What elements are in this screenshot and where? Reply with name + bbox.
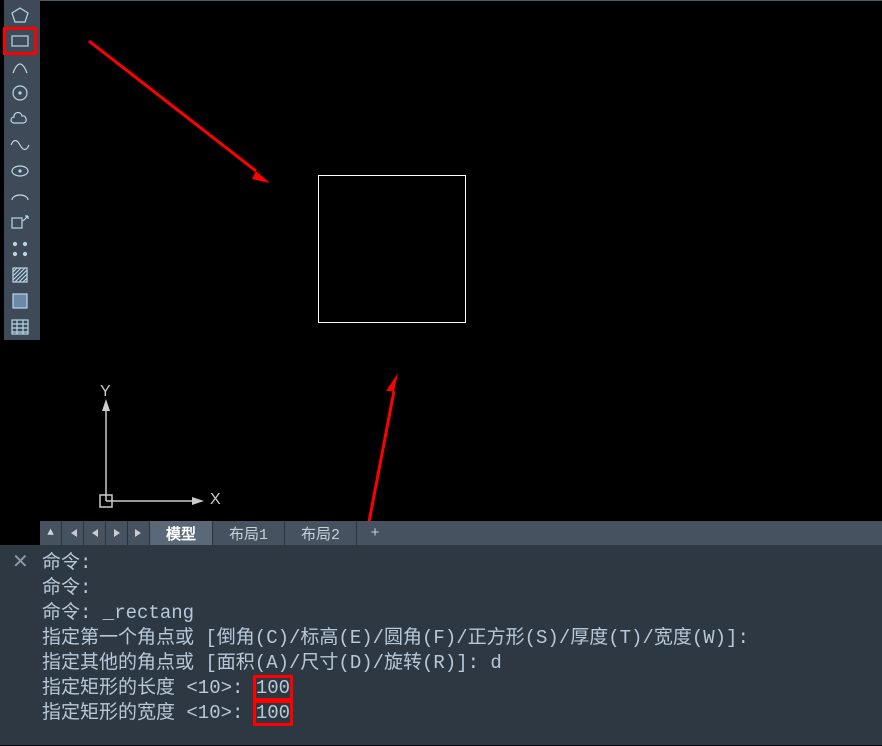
tab-prev-button[interactable] <box>84 521 106 545</box>
tab-layout1[interactable]: 布局1 <box>213 521 285 545</box>
highlighted-value: 100 <box>255 702 291 724</box>
highlighted-value: 100 <box>255 677 291 699</box>
ucs-x-label: X <box>210 491 221 509</box>
tab-last-button[interactable] <box>128 521 150 545</box>
command-line: 指定矩形的长度 <10>: 100 <box>42 676 872 701</box>
ucs-icon: X Y <box>92 391 222 511</box>
command-line: 命令: _rectang <box>42 601 872 626</box>
block-insert-tool[interactable] <box>4 210 36 236</box>
block-insert-icon <box>11 215 29 231</box>
cloud-icon <box>10 112 30 126</box>
tab-overflow-button[interactable]: ▲ <box>40 521 62 545</box>
circle-icon <box>11 84 29 102</box>
command-line: 指定其他的角点或 [面积(A)/尺寸(D)/旋转(R)]: d <box>42 651 872 676</box>
tab-layout2[interactable]: 布局2 <box>285 521 357 545</box>
polygon-icon <box>11 7 29 23</box>
point-tool[interactable] <box>4 236 36 262</box>
command-window[interactable]: ✕ 命令:命令:命令: _rectang指定第一个角点或 [倒角(C)/标高(E… <box>0 545 882 745</box>
rectangle-icon <box>11 34 29 48</box>
arc-icon <box>11 59 29 75</box>
command-line: 命令: <box>42 551 872 576</box>
tab-add-button[interactable]: + <box>357 521 393 545</box>
drawn-rectangle[interactable] <box>318 175 466 323</box>
command-close-icon[interactable]: ✕ <box>12 555 30 573</box>
arc-tool[interactable] <box>4 54 36 80</box>
command-line: 指定矩形的宽度 <10>: 100 <box>42 701 872 726</box>
left-toolbar <box>4 0 40 340</box>
circle-tool[interactable] <box>4 80 36 106</box>
drawing-area[interactable]: X Y <box>40 0 882 520</box>
gradient-icon <box>12 293 28 309</box>
plus-icon: + <box>371 525 380 542</box>
ellipse-tool[interactable] <box>4 158 36 184</box>
tabs-bar: ▲ 模型 布局1 布局2 + <box>40 521 882 545</box>
command-line: 命令: <box>42 576 872 601</box>
spline-icon <box>10 138 30 152</box>
hatch-tool[interactable] <box>4 262 36 288</box>
spline-tool[interactable] <box>4 132 36 158</box>
command-line: 指定第一个角点或 [倒角(C)/标高(E)/圆角(F)/正方形(S)/厚度(T)… <box>42 626 872 651</box>
table-tool[interactable] <box>4 314 36 340</box>
rectangle-tool[interactable] <box>4 28 36 54</box>
ucs-y-label: Y <box>100 383 111 401</box>
hatch-icon <box>12 267 28 283</box>
table-icon <box>11 319 29 335</box>
tab-first-button[interactable] <box>62 521 84 545</box>
tab-next-button[interactable] <box>106 521 128 545</box>
point-icon <box>11 240 29 258</box>
gradient-tool[interactable] <box>4 288 36 314</box>
polygon-tool[interactable] <box>4 2 36 28</box>
command-lines: 命令:命令:命令: _rectang指定第一个角点或 [倒角(C)/标高(E)/… <box>42 551 872 726</box>
tab-label: 布局2 <box>301 523 340 544</box>
tab-model[interactable]: 模型 <box>150 521 213 545</box>
ellipse-arc-tool[interactable] <box>4 184 36 210</box>
tab-label: 模型 <box>166 523 196 544</box>
cloud-tool[interactable] <box>4 106 36 132</box>
ellipse-icon <box>10 164 30 178</box>
ellipse-arc-icon <box>10 190 30 204</box>
tab-label: 布局1 <box>229 523 268 544</box>
